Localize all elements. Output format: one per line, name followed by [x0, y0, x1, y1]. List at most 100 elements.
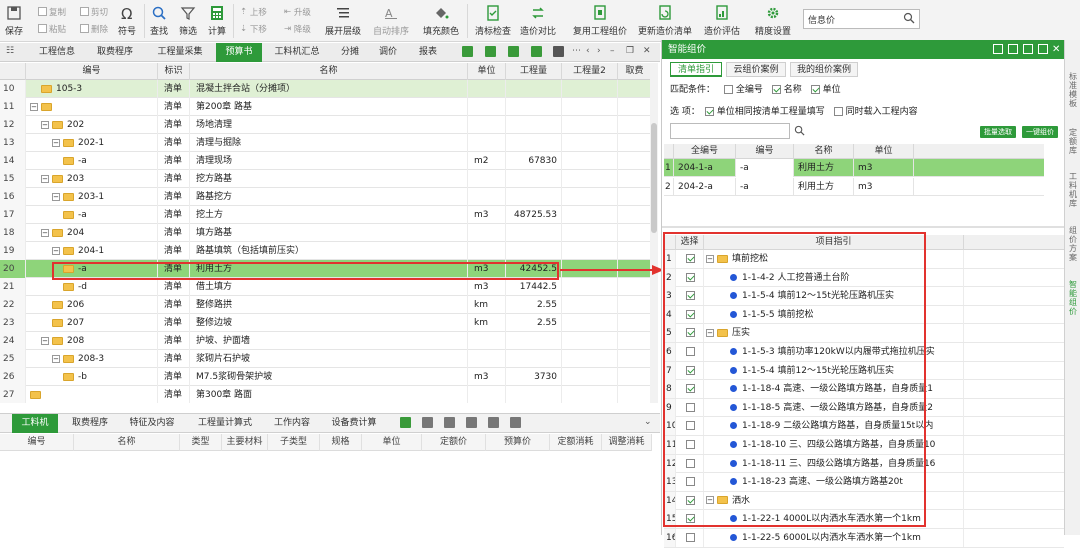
cell-unit[interactable] [468, 242, 506, 260]
cell-fee[interactable] [618, 296, 652, 314]
bcol-code[interactable]: 编号 [0, 434, 74, 451]
edit-small-icon[interactable] [488, 417, 499, 428]
cell-quantity[interactable] [506, 134, 562, 152]
item-select-cell[interactable] [676, 454, 704, 473]
cell-fee[interactable] [618, 332, 652, 350]
item-select-cell[interactable] [676, 417, 704, 436]
item-guide-cell[interactable]: 1-1-22-1 4000L以内洒水车洒水第一个1km [704, 510, 964, 529]
item-select-cell[interactable] [676, 473, 704, 492]
item-checkbox[interactable] [686, 328, 695, 338]
opt-full-code[interactable]: 全编号 [723, 85, 763, 95]
cell-quantity2[interactable] [562, 188, 618, 206]
lock-icon[interactable] [553, 46, 564, 57]
table-row[interactable]: 23 207 清单 整修边坡 km 2.55 [0, 314, 652, 332]
collapse-toggle-icon[interactable]: − [41, 336, 49, 345]
bcol-adjusted-consumption[interactable]: 调整消耗 [602, 434, 652, 451]
match-row[interactable]: 1 204-1-a -a 利用土方 m3 [664, 159, 1044, 177]
item-row[interactable]: 11 1-1-18-10 三、四级公路填方路基，自身质量10 [664, 436, 1064, 455]
tab-allocation[interactable]: 分摊 [334, 43, 366, 62]
cell-tag[interactable]: 清单 [158, 242, 190, 260]
cell-unit[interactable] [468, 350, 506, 368]
one-click-pricing-button[interactable]: 一键组价 [1022, 126, 1058, 138]
tab-quantity-collection[interactable]: 工程量采集 [148, 43, 212, 62]
item-row[interactable]: 13 1-1-18-23 高速、一级公路填方路基20t [664, 473, 1064, 492]
cell-tag[interactable]: 清单 [158, 386, 190, 403]
col-quantity[interactable]: 工程量 [506, 63, 562, 80]
item-guide-cell[interactable]: 1-1-18-9 二级公路填方路基，自身质量15t以内 [704, 417, 964, 436]
item-guide-cell[interactable]: − 填前挖松 [704, 250, 964, 268]
guide-search-input[interactable] [670, 123, 790, 139]
cell-quantity2[interactable] [562, 350, 618, 368]
cell-tag[interactable]: 清单 [158, 134, 190, 152]
cell-name[interactable]: 清理与掘除 [190, 134, 468, 152]
collapse-toggle-icon[interactable]: − [30, 102, 38, 111]
bcol-type[interactable]: 类型 [180, 434, 222, 451]
bcol-spec[interactable]: 规格 [320, 434, 362, 451]
reuse-pricing-button[interactable]: 复用工程组价 [571, 2, 629, 40]
grid-scrollbar[interactable] [650, 63, 658, 403]
item-checkbox[interactable] [686, 347, 695, 356]
settings-icon[interactable] [531, 46, 542, 57]
item-row[interactable]: 15 1-1-22-1 4000L以内洒水车洒水第一个1km [664, 510, 1064, 529]
chevron-left-icon[interactable]: ‹ [586, 46, 590, 56]
table-row[interactable]: 10 105-3 清单 混凝土拌合站（分摊项） [0, 80, 652, 98]
item-checkbox[interactable] [686, 384, 695, 394]
bcol-budget-price[interactable]: 预算价 [486, 434, 550, 451]
item-row[interactable]: 3 1-1-5-4 填前12～15t光轮压路机压实 [664, 287, 1064, 306]
cell-tag[interactable]: 清单 [158, 170, 190, 188]
table-row[interactable]: 20 -a 清单 利用土方 m3 42452.5 [0, 260, 652, 278]
cell-tag[interactable]: 清单 [158, 350, 190, 368]
cell-name[interactable]: 整修路拱 [190, 296, 468, 314]
cell-fee[interactable] [618, 206, 652, 224]
lock-icon[interactable] [1023, 44, 1033, 54]
cell-code[interactable]: − 202 [26, 116, 158, 134]
tab-budget[interactable]: 预算书 [216, 43, 262, 62]
cell-quantity[interactable] [506, 350, 562, 368]
cell-fee[interactable] [618, 350, 652, 368]
cell-quantity2[interactable] [562, 98, 618, 116]
col-tag[interactable]: 标识 [158, 63, 190, 80]
cell-tag[interactable]: 清单 [158, 188, 190, 206]
cell-tag[interactable]: 清单 [158, 116, 190, 134]
cell-code[interactable]: -b [26, 368, 158, 386]
item-select-cell[interactable] [676, 268, 704, 287]
calc-button[interactable]: 计算 [205, 2, 229, 40]
tab-report[interactable]: 报表 [412, 43, 444, 62]
icol-select[interactable]: 选择 [676, 235, 704, 250]
tab-price-adjust[interactable]: 调价 [372, 43, 404, 62]
cell-tag[interactable]: 清单 [158, 332, 190, 350]
cell-code[interactable]: -a [26, 260, 158, 278]
mcol-code[interactable]: 编号 [736, 144, 794, 159]
checkbox-load-content[interactable] [833, 107, 843, 116]
cell-unit[interactable] [468, 116, 506, 134]
cell-quantity2[interactable] [562, 224, 618, 242]
cell-unit[interactable] [468, 80, 506, 98]
move-down-button[interactable]: ⇣ 下移 [240, 22, 267, 35]
opt-name[interactable]: 名称 [771, 85, 802, 95]
item-row[interactable]: 12 1-1-18-11 三、四级公路填方路基，自身质量16 [664, 454, 1064, 474]
popout-icon[interactable] [1038, 44, 1048, 54]
bcol-name[interactable]: 名称 [74, 434, 180, 451]
cell-quantity[interactable] [506, 188, 562, 206]
cell-name[interactable]: 挖方路基 [190, 170, 468, 188]
side-tab-pricing-plan[interactable]: 组价方案 [1067, 226, 1079, 262]
collapse-toggle-icon[interactable]: − [41, 174, 49, 183]
collapse-toggle-icon[interactable]: − [41, 120, 49, 129]
col-unit[interactable]: 单位 [468, 63, 506, 80]
tab-fee-procedure[interactable]: 取费程序 [88, 43, 142, 62]
table-row[interactable]: 15 − 203 清单 挖方路基 [0, 170, 652, 188]
cell-quantity2[interactable] [562, 242, 618, 260]
lock-small-icon[interactable] [510, 417, 521, 428]
icol-item-guide[interactable]: 项目指引 [704, 235, 964, 250]
cell-fee[interactable] [618, 314, 652, 332]
tab-cloud-cases[interactable]: 云组价案例 [726, 62, 786, 77]
cell-tag[interactable]: 清单 [158, 80, 190, 98]
cell-name[interactable]: 浆砌片石护坡 [190, 350, 468, 368]
cell-code[interactable]: 206 [26, 296, 158, 314]
cell-fee[interactable] [618, 368, 652, 386]
restore-icon[interactable]: ❐ [626, 46, 634, 56]
cell-quantity[interactable] [506, 224, 562, 242]
cell-fee[interactable] [618, 116, 652, 134]
item-guide-cell[interactable]: 1-1-5-4 填前12～15t光轮压路机压实 [704, 287, 964, 306]
checkbox-full-code[interactable] [723, 85, 733, 94]
